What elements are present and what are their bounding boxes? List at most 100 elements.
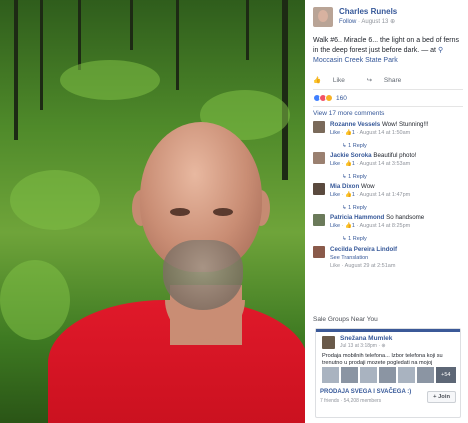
reply-count: 1 Reply xyxy=(348,174,367,180)
eye xyxy=(213,208,233,216)
share-icon: ↪ xyxy=(366,77,373,84)
comment-like[interactable]: Like xyxy=(330,223,340,229)
sale-photo[interactable] xyxy=(397,367,415,383)
reaction-count: 160 xyxy=(336,94,347,102)
sale-photo[interactable] xyxy=(322,367,339,383)
comment-like-count: 👍1 xyxy=(344,192,355,198)
sale-photo[interactable] xyxy=(416,367,434,383)
comment-time[interactable]: August 14 at 3:53am xyxy=(360,161,411,167)
tree-trunk xyxy=(14,0,18,140)
like-count: 1 xyxy=(351,223,355,229)
comment-like-count: 👍1 xyxy=(344,223,355,229)
commenter-name[interactable]: Mia Dixon xyxy=(330,183,359,190)
reply-count: 1 Reply xyxy=(348,143,367,149)
sale-photo[interactable] xyxy=(340,367,358,383)
group-name[interactable]: PRODAJA SVEGA I SVAČEGA :) xyxy=(320,389,411,395)
post-text: Walk #6.. Miracle 6... the light on a be… xyxy=(313,36,463,66)
comment-time[interactable]: Like · August 29 at 2:51am xyxy=(330,263,395,269)
commenter-name[interactable]: Jackie Soroka xyxy=(330,152,372,159)
commenter-name[interactable]: Rozanne Vessels xyxy=(330,121,380,128)
join-button[interactable]: + Join xyxy=(427,391,456,403)
comment-meta: Like · 👍1 · August 14 at 3:53am xyxy=(330,161,411,167)
comment-line: Rozanne Vessels Wow! Stunning!!! xyxy=(330,121,463,129)
sale-photo-strip[interactable]: +54 xyxy=(322,367,456,383)
sale-photo[interactable] xyxy=(378,367,396,383)
globe-icon: ⊕ xyxy=(381,343,386,349)
comment-line: Mia Dixon Wow xyxy=(330,183,463,191)
comment-meta: Like · August 29 at 2:51am xyxy=(330,262,463,270)
author-name[interactable]: Charles Runels xyxy=(339,7,397,16)
location-link[interactable]: Moccasin Creek State Park xyxy=(313,57,398,64)
comment-like[interactable]: Like xyxy=(330,161,340,167)
tree-trunk xyxy=(130,0,133,50)
reply-count: 1 Reply xyxy=(348,205,367,211)
comment-text: Wow! Stunning!!! xyxy=(381,121,429,128)
tree-trunk xyxy=(176,0,179,90)
seller-name[interactable]: Snežana Mumlek xyxy=(340,335,392,342)
comment-like-count: 👍1 xyxy=(344,161,355,167)
like-count: 1 xyxy=(351,161,355,167)
share-label: Share xyxy=(383,77,402,84)
comment-like[interactable]: Like xyxy=(330,192,340,198)
commenter-avatar[interactable] xyxy=(313,214,325,226)
sale-post-time: Jul 13 at 3:18pm · ⊕ xyxy=(340,343,386,349)
fern xyxy=(60,60,160,100)
comment-body: Jackie Soroka Beautiful photo! Like · 👍1… xyxy=(330,152,463,181)
like-count: 1 xyxy=(351,130,355,136)
comment-time[interactable]: August 14 at 8:25pm xyxy=(360,223,411,229)
like-count: 1 xyxy=(351,192,355,198)
comment-time[interactable]: August 14 at 1:47pm xyxy=(360,192,411,198)
tree-trunk xyxy=(246,0,249,60)
comment-meta: Like · 👍1 · August 14 at 1:50am xyxy=(330,130,411,136)
comment-replies[interactable]: ↳ 1 Reply xyxy=(330,204,463,212)
comment-body: Rozanne Vessels Wow! Stunning!!! Like · … xyxy=(330,121,463,150)
comment-replies[interactable]: ↳ 1 Reply xyxy=(330,235,463,243)
comment-replies[interactable]: ↳ 1 Reply xyxy=(330,142,463,150)
sale-post-text: Prodaja mobilnih telefona... Izbor telef… xyxy=(322,353,443,366)
like-action[interactable]: 👍 Like xyxy=(313,76,355,84)
comment-body: Mia Dixon Wow Like · 👍1 · August 14 at 1… xyxy=(330,183,463,212)
share-action[interactable]: ↪ Share xyxy=(367,76,412,84)
like-label: Like xyxy=(332,77,345,84)
comment-text: Beautiful photo! xyxy=(373,152,417,159)
comment-like[interactable]: Like xyxy=(330,130,340,136)
fern xyxy=(0,260,70,340)
thumbs-up-icon: 👍 xyxy=(313,77,322,84)
commenter-avatar[interactable] xyxy=(313,246,325,258)
fern xyxy=(10,170,100,230)
card-accent xyxy=(316,329,460,332)
view-more-comments[interactable]: View 17 more comments xyxy=(313,110,384,117)
commenter-name[interactable]: Patricia Hammond xyxy=(330,214,384,221)
comment-meta: See Translation xyxy=(330,254,463,262)
comment-replies[interactable]: ↳ 1 Reply xyxy=(330,173,463,181)
comment-line: Jackie Soroka Beautiful photo! xyxy=(330,152,463,160)
commenter-avatar[interactable] xyxy=(313,121,325,133)
commenter-avatar[interactable] xyxy=(313,152,325,164)
author-avatar[interactable] xyxy=(313,7,333,27)
follow-link[interactable]: Follow xyxy=(339,19,356,25)
sale-group-card[interactable]: Snežana Mumlek Jul 13 at 3:18pm · ⊕ Prod… xyxy=(315,328,461,418)
comment-line: Patricia Hammond So handsome xyxy=(330,214,463,222)
reactions-summary[interactable]: 160 xyxy=(313,92,347,104)
comment-meta: Like · 👍1 · August 14 at 8:25pm xyxy=(330,223,411,229)
post-meta: Follow · August 13 ⊕ xyxy=(339,18,395,25)
post-at: — at xyxy=(421,47,436,54)
group-members: 7 friends · 54,208 members xyxy=(320,398,382,404)
sale-time: Jul 13 at 3:18pm · xyxy=(340,343,382,349)
sale-photo[interactable] xyxy=(359,367,377,383)
seller-avatar[interactable] xyxy=(322,336,335,349)
reply-count: 1 Reply xyxy=(348,236,367,242)
location-pin-icon: ⚲ xyxy=(437,47,444,54)
comment-text: Wow xyxy=(360,183,375,190)
comment-line: Cecilda Pereira Lindolf xyxy=(330,246,463,254)
divider xyxy=(313,89,463,90)
post-date[interactable]: August 13 xyxy=(361,19,388,25)
commenter-avatar[interactable] xyxy=(313,183,325,195)
divider xyxy=(313,106,463,107)
commenter-name[interactable]: Cecilda Pereira Lindolf xyxy=(330,246,397,253)
more-photos-overlay[interactable]: +54 xyxy=(435,367,456,383)
see-translation-link[interactable]: See Translation xyxy=(330,255,368,261)
comment-time[interactable]: August 14 at 1:50am xyxy=(360,130,411,136)
post-photo[interactable] xyxy=(0,0,305,423)
wow-reaction-icon xyxy=(325,94,333,102)
